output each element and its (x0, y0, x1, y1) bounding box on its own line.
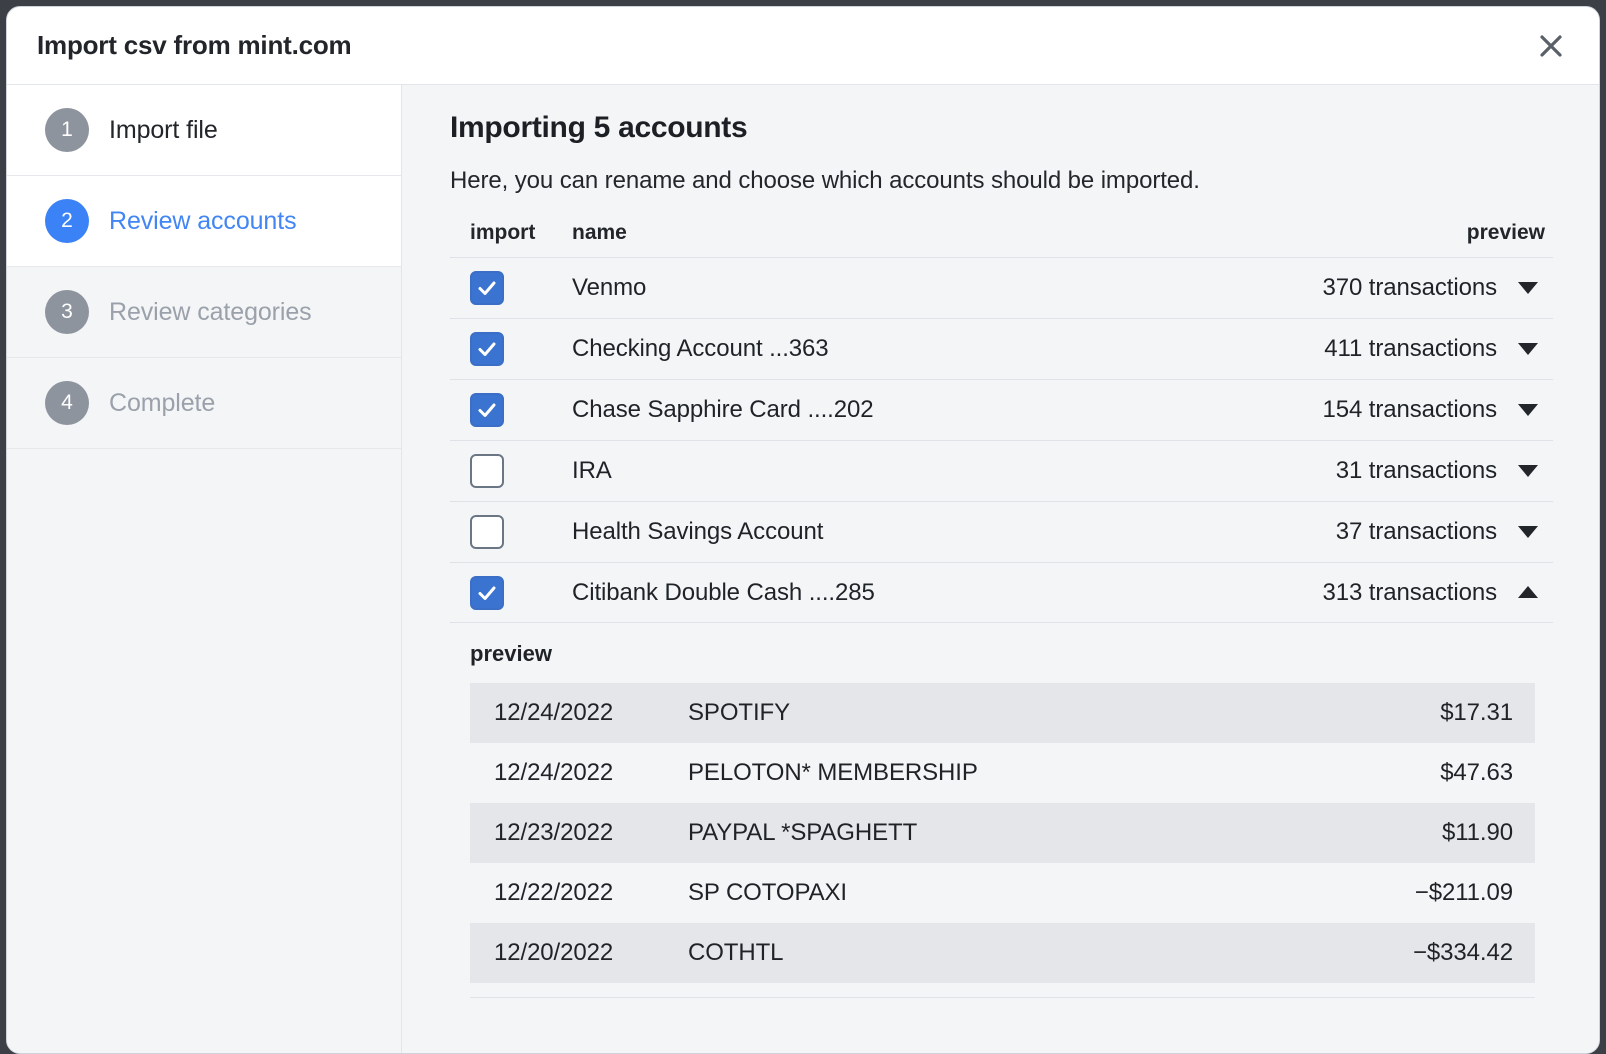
transaction-description: COTHTL (666, 939, 1413, 967)
sidebar-item-label: Review categories (109, 298, 312, 327)
list-item: 12/24/2022 SPOTIFY $17.31 (470, 683, 1535, 743)
chevron-down-icon[interactable] (1511, 465, 1545, 478)
list-item: 12/23/2022 PAYPAL *SPAGHETT $11.90 (470, 803, 1535, 863)
page-subtitle: Here, you can rename and choose which ac… (450, 167, 1553, 195)
page-title: Importing 5 accounts (450, 111, 1553, 145)
sidebar-item-label: Complete (109, 389, 215, 418)
transaction-description: SPOTIFY (666, 699, 1440, 727)
sidebar-item-label: Import file (109, 116, 218, 145)
transaction-description: PELOTON* MEMBERSHIP (666, 759, 1440, 787)
preview-heading: preview (450, 641, 1553, 667)
close-icon (1538, 33, 1564, 59)
import-dialog: Import csv from mint.com 1 Import file 2… (6, 6, 1600, 1054)
account-name[interactable]: Venmo (504, 274, 1322, 302)
account-name[interactable]: Checking Account ...363 (504, 335, 1324, 363)
table-row[interactable]: Health Savings Account 37 transactions (450, 501, 1553, 562)
wizard-sidebar: 1 Import file 2 Review accounts 3 Review… (7, 85, 402, 1053)
transaction-date: 12/20/2022 (494, 939, 666, 967)
import-checkbox[interactable] (470, 515, 504, 549)
preview-transactions-table: 12/24/2022 SPOTIFY $17.31 12/24/2022 PEL… (450, 683, 1553, 983)
transaction-count: 370 transactions (1322, 274, 1497, 302)
dialog-title: Import csv from mint.com (37, 30, 351, 61)
sidebar-item-label: Review accounts (109, 207, 296, 236)
dialog-titlebar: Import csv from mint.com (7, 7, 1599, 85)
chevron-up-icon[interactable] (1511, 586, 1545, 599)
transaction-count: 313 transactions (1322, 579, 1497, 607)
sidebar-filler (7, 449, 401, 1053)
account-name[interactable]: Citibank Double Cash ....285 (504, 579, 1322, 607)
main-panel: Importing 5 accounts Here, you can renam… (402, 85, 1599, 1053)
import-checkbox[interactable] (470, 332, 504, 366)
column-header-name: name (572, 221, 1467, 245)
transaction-count: 37 transactions (1336, 518, 1497, 546)
chevron-down-icon[interactable] (1511, 404, 1545, 417)
list-item: 12/24/2022 PELOTON* MEMBERSHIP $47.63 (470, 743, 1535, 803)
chevron-down-icon[interactable] (1511, 282, 1545, 295)
import-checkbox[interactable] (470, 393, 504, 427)
transaction-amount: $17.31 (1440, 699, 1513, 727)
sidebar-item-review-categories[interactable]: 3 Review categories (7, 267, 401, 358)
table-row[interactable]: Chase Sapphire Card ....202 154 transact… (450, 379, 1553, 440)
account-name[interactable]: IRA (504, 457, 1336, 485)
column-header-preview: preview (1467, 221, 1545, 245)
transaction-amount: −$334.42 (1413, 939, 1513, 967)
chevron-down-icon[interactable] (1511, 526, 1545, 539)
sidebar-item-import-file[interactable]: 1 Import file (7, 85, 401, 176)
step-number: 3 (45, 290, 89, 334)
transaction-date: 12/23/2022 (494, 819, 666, 847)
column-header-import: import (470, 221, 572, 245)
account-name[interactable]: Chase Sapphire Card ....202 (504, 396, 1322, 424)
sidebar-item-complete[interactable]: 4 Complete (7, 358, 401, 449)
accounts-table: Venmo 370 transactions Checking Account … (450, 257, 1553, 623)
accounts-table-header: import name preview (450, 221, 1553, 257)
transaction-count: 31 transactions (1336, 457, 1497, 485)
chevron-down-icon[interactable] (1511, 343, 1545, 356)
table-row[interactable]: Citibank Double Cash ....285 313 transac… (450, 562, 1553, 623)
list-item: 12/20/2022 COTHTL −$334.42 (470, 923, 1535, 983)
transaction-count: 154 transactions (1322, 396, 1497, 424)
list-item: 12/22/2022 SP COTOPAXI −$211.09 (470, 863, 1535, 923)
transaction-date: 12/24/2022 (494, 759, 666, 787)
table-row[interactable]: Checking Account ...363 411 transactions (450, 318, 1553, 379)
step-number: 1 (45, 108, 89, 152)
transaction-amount: $11.90 (1442, 819, 1513, 847)
transaction-description: PAYPAL *SPAGHETT (666, 819, 1442, 847)
table-row[interactable]: Venmo 370 transactions (450, 257, 1553, 318)
transaction-date: 12/24/2022 (494, 699, 666, 727)
sidebar-item-review-accounts[interactable]: 2 Review accounts (7, 176, 401, 267)
preview-bottom-divider (470, 997, 1535, 998)
step-number: 2 (45, 199, 89, 243)
close-button[interactable] (1529, 24, 1573, 68)
table-row[interactable]: IRA 31 transactions (450, 440, 1553, 501)
import-checkbox[interactable] (470, 271, 504, 305)
transaction-count: 411 transactions (1324, 335, 1497, 363)
transaction-date: 12/22/2022 (494, 879, 666, 907)
import-checkbox[interactable] (470, 454, 504, 488)
import-checkbox[interactable] (470, 576, 504, 610)
dialog-body: 1 Import file 2 Review accounts 3 Review… (7, 85, 1599, 1053)
transaction-description: SP COTOPAXI (666, 879, 1415, 907)
account-name[interactable]: Health Savings Account (504, 518, 1336, 546)
preview-section: preview 12/24/2022 SPOTIFY $17.31 12/24/… (450, 623, 1553, 998)
transaction-amount: −$211.09 (1415, 879, 1513, 907)
transaction-amount: $47.63 (1440, 759, 1513, 787)
step-number: 4 (45, 381, 89, 425)
